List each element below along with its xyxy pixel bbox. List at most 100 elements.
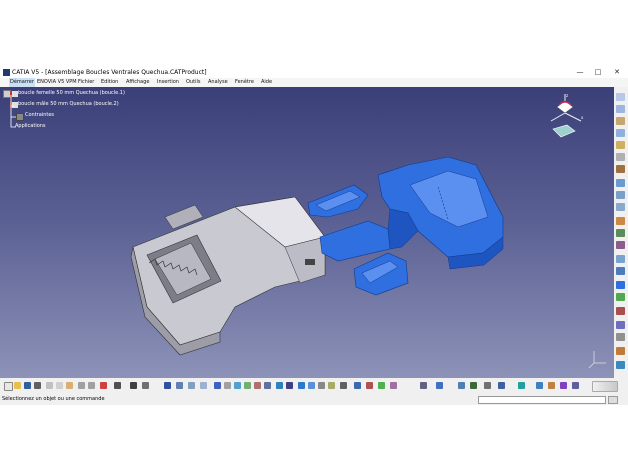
existing-component-icon[interactable] xyxy=(616,141,625,149)
new-icon[interactable] xyxy=(4,382,13,391)
menu-fenetre[interactable]: Fenêtre xyxy=(235,78,254,87)
normal-view-icon[interactable] xyxy=(264,382,271,389)
update-icon[interactable] xyxy=(616,321,625,329)
fix-together-icon[interactable] xyxy=(616,281,625,289)
right-toolbar xyxy=(614,87,628,378)
exploded-view-icon[interactable] xyxy=(458,382,465,389)
graph-tree-icon[interactable] xyxy=(616,165,625,173)
title-bar: CATIA V5 - [Assemblage Boucles Ventrales… xyxy=(0,67,628,78)
menu-insertion[interactable]: Insertion xyxy=(157,78,179,87)
quick-constraint-icon[interactable] xyxy=(616,293,625,301)
apply-material-icon[interactable] xyxy=(354,382,361,389)
fix-icon[interactable] xyxy=(616,267,625,275)
svg-text:z: z xyxy=(566,93,568,98)
shading-edges-icon[interactable] xyxy=(308,382,315,389)
3d-viewport[interactable]: boucle femelle 50 mm Quechua (boucle.1) … xyxy=(0,87,614,378)
window-title: CATIA V5 - [Assemblage Boucles Ventrales… xyxy=(12,69,207,76)
section-icon[interactable] xyxy=(616,347,625,355)
explode-icon[interactable] xyxy=(616,203,625,211)
iso-view-icon[interactable] xyxy=(276,382,283,389)
angle-icon[interactable] xyxy=(616,255,625,263)
product-structure-icon[interactable] xyxy=(616,93,625,101)
svg-text:x: x xyxy=(581,115,584,120)
paste-icon[interactable] xyxy=(66,382,73,389)
minimize-button[interactable]: — xyxy=(572,67,588,78)
publish-icon[interactable] xyxy=(498,382,505,389)
tree-item-boucle-femelle[interactable]: boucle femelle 50 mm Quechua (boucle.1) xyxy=(18,90,125,97)
compass-icon[interactable]: z x xyxy=(545,91,585,143)
menu-enovia[interactable]: ENOVIA V5 VPM xyxy=(37,78,77,87)
maximize-button[interactable]: □ xyxy=(590,67,606,78)
snap-icon[interactable] xyxy=(616,191,625,199)
enhanced-scene-icon[interactable] xyxy=(188,382,195,389)
catia-logo-icon xyxy=(592,381,618,392)
design-table-icon[interactable] xyxy=(142,382,149,389)
open-icon[interactable] xyxy=(14,382,21,389)
scene-icon[interactable] xyxy=(176,382,183,389)
cut-icon[interactable] xyxy=(46,382,53,389)
save-icon[interactable] xyxy=(24,382,31,389)
replace-component-icon[interactable] xyxy=(616,153,625,161)
menu-fichier[interactable]: Fichier xyxy=(78,78,94,87)
measure-between-icon[interactable] xyxy=(366,382,373,389)
visualization-icon[interactable] xyxy=(518,382,525,389)
macro-icon[interactable] xyxy=(560,382,567,389)
measure-icon[interactable] xyxy=(616,361,625,369)
catia-window: CATIA V5 - [Assemblage Boucles Ventrales… xyxy=(0,67,628,405)
rotate-icon[interactable] xyxy=(234,382,241,389)
swap-visible-icon[interactable] xyxy=(328,382,335,389)
catia-app-icon xyxy=(3,69,10,76)
manipulation-icon[interactable] xyxy=(616,179,625,187)
menu-demarrer[interactable]: Démarrer xyxy=(9,78,35,87)
new-component-icon[interactable] xyxy=(616,105,625,113)
fly-mode-icon[interactable] xyxy=(200,382,207,389)
measure-item-icon[interactable] xyxy=(378,382,385,389)
close-button[interactable]: ✕ xyxy=(609,67,625,78)
status-bar: Sélectionnez un objet ou une commande xyxy=(0,394,628,405)
render-style-icon[interactable] xyxy=(340,382,347,389)
catalog-icon[interactable] xyxy=(164,382,171,389)
transform-icon[interactable] xyxy=(536,382,543,389)
whats-this-icon[interactable] xyxy=(100,382,107,389)
hide-show-icon[interactable] xyxy=(318,382,325,389)
clash-icon[interactable] xyxy=(616,333,625,341)
lock-icon[interactable] xyxy=(484,382,491,389)
coincidence-icon[interactable] xyxy=(616,217,625,225)
status-message: Sélectionnez un objet ou une commande xyxy=(2,396,105,402)
tree-connectors xyxy=(10,95,16,128)
contact-icon[interactable] xyxy=(616,229,625,237)
copy-icon[interactable] xyxy=(56,382,63,389)
measure-inertia-icon[interactable] xyxy=(390,382,397,389)
product-icon[interactable] xyxy=(572,382,579,389)
compass-tool-icon[interactable] xyxy=(436,382,443,389)
menu-aide[interactable]: Aide xyxy=(261,78,272,87)
redo-icon[interactable] xyxy=(88,382,95,389)
menu-analyse[interactable]: Analyse xyxy=(208,78,228,87)
fit-all-icon[interactable] xyxy=(214,382,221,389)
shading-icon[interactable] xyxy=(298,382,305,389)
xyz-axis-icon xyxy=(588,351,606,369)
flexible-icon[interactable] xyxy=(616,307,625,315)
print-icon[interactable] xyxy=(34,382,41,389)
male-buckle-part[interactable] xyxy=(298,157,518,297)
annotation-icon[interactable] xyxy=(470,382,477,389)
menu-bar: Démarrer ENOVIA V5 VPM Fichier Edition A… xyxy=(0,78,628,87)
offset-icon[interactable] xyxy=(616,241,625,249)
new-product-icon[interactable] xyxy=(616,117,625,125)
formula-icon[interactable] xyxy=(130,382,137,389)
undo-icon[interactable] xyxy=(78,382,85,389)
zoom-in-icon[interactable] xyxy=(244,382,251,389)
bottom-toolbar xyxy=(0,378,628,394)
command-input[interactable] xyxy=(478,396,606,404)
menu-outils[interactable]: Outils xyxy=(186,78,200,87)
multi-view-icon[interactable] xyxy=(286,382,293,389)
properties-icon[interactable] xyxy=(548,382,555,389)
new-part-icon[interactable] xyxy=(616,129,625,137)
menu-affichage[interactable]: Affichage xyxy=(126,78,150,87)
menu-edition[interactable]: Edition xyxy=(101,78,118,87)
sketcher-icon[interactable] xyxy=(420,382,427,389)
pan-icon[interactable] xyxy=(224,382,231,389)
zoom-out-icon[interactable] xyxy=(254,382,261,389)
command-dropdown-icon[interactable] xyxy=(608,396,618,404)
knowledge-icon[interactable] xyxy=(114,382,121,389)
